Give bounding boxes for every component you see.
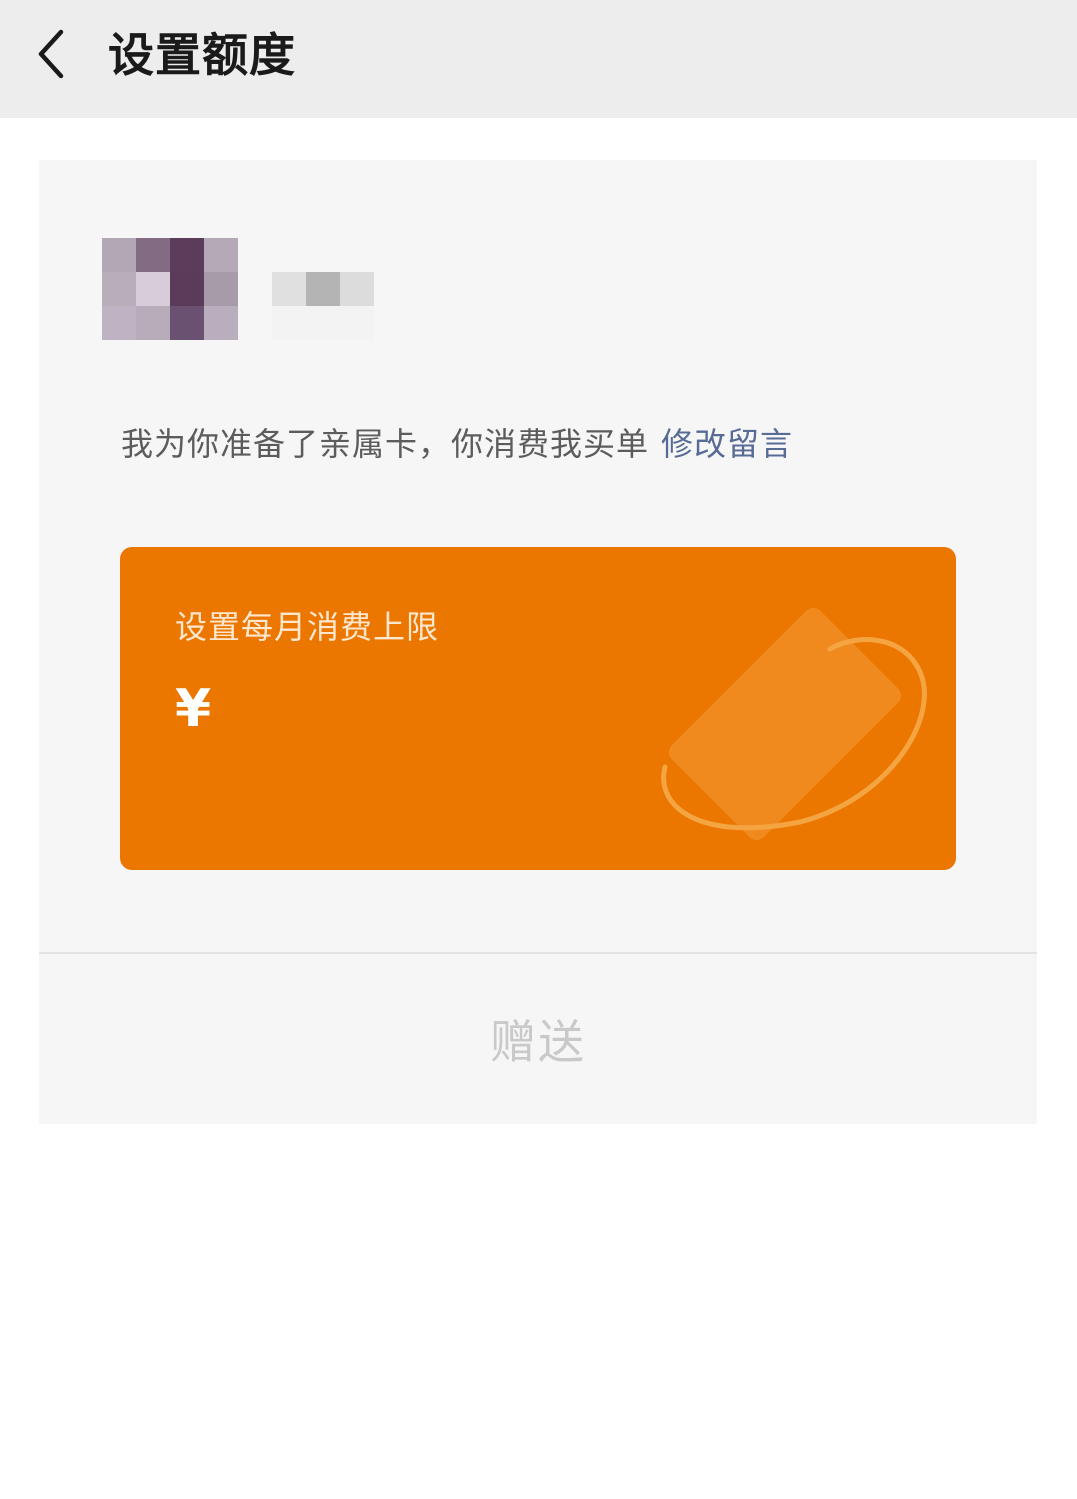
avatar-pixel: [170, 272, 204, 306]
avatar-pixel: [204, 272, 238, 306]
currency-symbol: ¥: [175, 679, 212, 739]
avatar-pixel: [136, 238, 170, 272]
nickname-pixel: [340, 272, 374, 306]
card-orbit-icon: [661, 607, 927, 841]
recipient-nickname: [272, 272, 374, 306]
avatar-pixel: [136, 306, 170, 340]
avatar-pixel: [102, 238, 136, 272]
nickname-blur-shadow: [272, 306, 374, 340]
message-row: 我为你准备了亲属卡，你消费我买单 修改留言: [121, 422, 793, 466]
chevron-left-icon: [38, 29, 64, 79]
avatar-pixel: [204, 238, 238, 272]
back-button[interactable]: [24, 20, 84, 90]
edit-message-link[interactable]: 修改留言: [661, 425, 793, 463]
nickname-pixel: [272, 272, 306, 306]
card-title: 设置每月消费上限: [175, 608, 440, 646]
quota-panel: 我为你准备了亲属卡，你消费我买单 修改留言 设置每月消费上限 ¥ 赠送: [39, 160, 1037, 1124]
avatar-pixel: [102, 272, 136, 306]
nickname-pixel: [306, 272, 340, 306]
avatar-pixel: [204, 306, 238, 340]
top-bar: 设置额度: [0, 0, 1077, 118]
avatar-pixel: [102, 306, 136, 340]
avatar-pixel: [170, 238, 204, 272]
amount-input[interactable]: [230, 681, 614, 741]
gift-button[interactable]: 赠送: [39, 954, 1037, 1124]
page-title: 设置额度: [108, 28, 296, 82]
limit-card: 设置每月消费上限 ¥: [120, 547, 956, 870]
avatar-pixel: [170, 306, 204, 340]
gift-message: 我为你准备了亲属卡，你消费我买单: [121, 425, 650, 463]
recipient-avatar: [102, 238, 238, 340]
avatar-pixel: [136, 272, 170, 306]
